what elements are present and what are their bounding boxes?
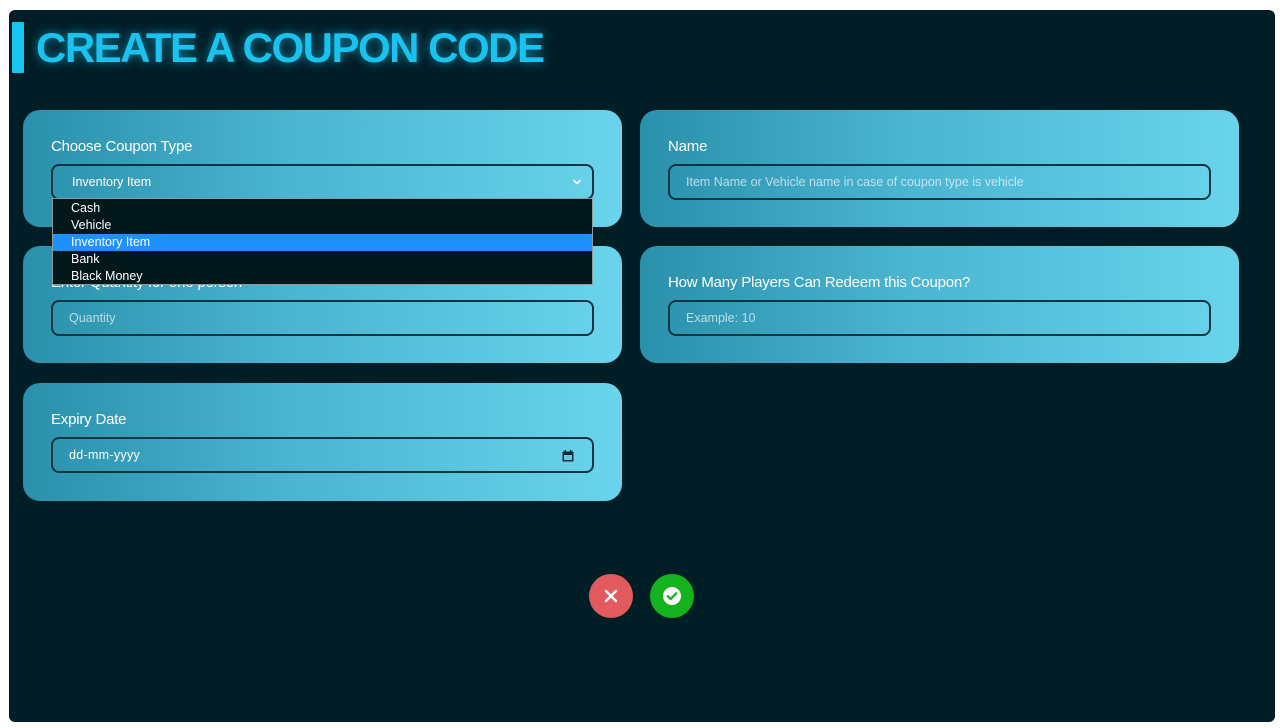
players-label: How Many Players Can Redeem this Coupon? — [668, 274, 971, 291]
coupon-type-label: Choose Coupon Type — [51, 138, 193, 155]
players-input[interactable] — [668, 300, 1211, 336]
coupon-type-selected-value: Inventory Item — [72, 175, 152, 189]
option-black-money[interactable]: Black Money — [53, 268, 592, 285]
expiry-card: Expiry Date dd-mm-yyyy — [23, 383, 622, 501]
option-inventory-item[interactable]: Inventory Item — [53, 234, 592, 251]
expiry-date-input[interactable]: dd-mm-yyyy — [51, 437, 594, 473]
name-label: Name — [668, 138, 708, 155]
name-input[interactable] — [668, 164, 1211, 200]
option-bank[interactable]: Bank — [53, 251, 592, 268]
confirm-button[interactable] — [650, 574, 694, 618]
coupon-type-dropdown: Cash Vehicle Inventory Item Bank Black M… — [52, 198, 593, 285]
chevron-down-icon — [573, 179, 581, 185]
page-title: CREATE A COUPON CODE — [36, 24, 545, 71]
check-circle-icon — [663, 587, 681, 605]
coupon-type-select[interactable]: Inventory Item — [51, 164, 594, 200]
expiry-label: Expiry Date — [51, 411, 127, 428]
quantity-input[interactable] — [51, 300, 594, 336]
calendar-icon[interactable] — [562, 450, 574, 462]
option-cash[interactable]: Cash — [53, 200, 592, 217]
title-accent-bar — [12, 22, 24, 73]
players-card: How Many Players Can Redeem this Coupon? — [640, 246, 1239, 363]
name-card: Name — [640, 110, 1239, 227]
option-vehicle[interactable]: Vehicle — [53, 217, 592, 234]
expiry-date-value: dd-mm-yyyy — [69, 448, 141, 462]
close-icon — [604, 589, 618, 603]
cancel-button[interactable] — [589, 574, 633, 618]
